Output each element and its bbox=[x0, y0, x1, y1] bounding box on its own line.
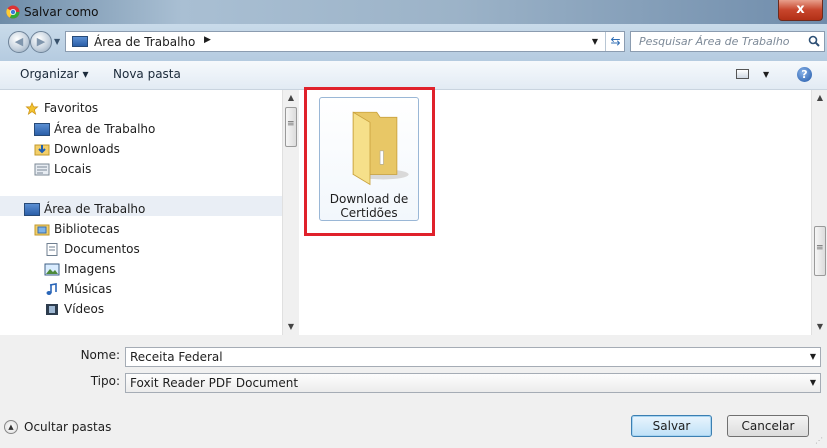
documents-icon bbox=[46, 243, 58, 256]
window-title: Salvar como bbox=[24, 5, 99, 19]
toolbar: Organizar ▾ Nova pasta ▼ ? bbox=[0, 61, 827, 90]
title-bar: Salvar como x bbox=[0, 0, 827, 24]
address-bar[interactable]: Área de Trabalho ▶ ▼ bbox=[65, 31, 625, 52]
star-icon bbox=[25, 102, 39, 115]
forward-button[interactable]: ▶ bbox=[30, 31, 52, 53]
new-folder-button[interactable]: Nova pasta bbox=[113, 67, 181, 81]
file-type-select[interactable]: Foxit Reader PDF Document ▼ bbox=[125, 373, 821, 393]
libraries-icon bbox=[34, 224, 50, 236]
nav-scrollbar[interactable]: ▲ ▼ bbox=[282, 90, 300, 335]
scroll-thumb[interactable] bbox=[814, 226, 826, 276]
close-button[interactable]: x bbox=[778, 0, 823, 21]
file-name-input[interactable]: Receita Federal ▼ bbox=[125, 347, 821, 367]
save-form: Nome: Receita Federal ▼ Tipo: Foxit Read… bbox=[0, 337, 827, 448]
content-scrollbar[interactable]: ▲ ▼ bbox=[811, 90, 827, 335]
save-button[interactable]: Salvar bbox=[631, 415, 712, 437]
collapse-icon: ▲ bbox=[4, 420, 18, 434]
search-icon[interactable] bbox=[808, 35, 820, 47]
search-placeholder: Pesquisar Área de Trabalho bbox=[639, 35, 790, 48]
videos-icon bbox=[46, 304, 58, 315]
breadcrumb[interactable]: Área de Trabalho bbox=[94, 35, 195, 49]
address-dropdown-icon[interactable]: ▼ bbox=[592, 37, 598, 46]
type-label: Tipo: bbox=[90, 374, 120, 388]
type-dropdown-icon[interactable]: ▼ bbox=[810, 374, 816, 392]
desktop-icon bbox=[24, 203, 40, 216]
recent-places-icon bbox=[34, 163, 50, 176]
resize-grip-icon[interactable]: ⋰ bbox=[815, 436, 825, 446]
music-icon bbox=[46, 283, 57, 295]
scroll-up-icon[interactable]: ▲ bbox=[283, 90, 299, 106]
cancel-button[interactable]: Cancelar bbox=[727, 415, 809, 437]
scroll-thumb[interactable] bbox=[285, 107, 297, 147]
view-options-icon[interactable] bbox=[736, 69, 749, 79]
organize-menu-button[interactable]: Organizar ▾ bbox=[20, 67, 89, 81]
selection-highlight bbox=[304, 87, 435, 236]
scroll-down-icon[interactable]: ▼ bbox=[812, 319, 827, 335]
downloads-icon bbox=[34, 144, 50, 156]
navigation-pane: Favoritos Área de Trabalho Downloads Loc… bbox=[0, 90, 300, 335]
scroll-down-icon[interactable]: ▼ bbox=[283, 319, 299, 335]
pictures-icon bbox=[44, 263, 60, 276]
desktop-icon bbox=[72, 36, 88, 47]
name-dropdown-icon[interactable]: ▼ bbox=[810, 348, 816, 366]
view-dropdown-icon[interactable]: ▼ bbox=[763, 70, 769, 79]
desktop-icon bbox=[34, 123, 50, 136]
recent-pages-dropdown-icon[interactable]: ▼ bbox=[54, 37, 60, 46]
refresh-icon[interactable]: ⇆ bbox=[605, 32, 625, 51]
address-row: ◀ ▶ ▼ Área de Trabalho ▶ ▼ ⇆ Pesquisar Á… bbox=[0, 24, 827, 61]
back-button[interactable]: ◀ bbox=[8, 31, 30, 53]
search-input[interactable]: Pesquisar Área de Trabalho bbox=[630, 31, 825, 52]
chrome-icon bbox=[6, 5, 20, 19]
breadcrumb-arrow-icon[interactable]: ▶ bbox=[204, 35, 211, 45]
help-icon[interactable]: ? bbox=[797, 67, 812, 82]
scroll-up-icon[interactable]: ▲ bbox=[812, 90, 827, 106]
name-label: Nome: bbox=[80, 348, 120, 362]
